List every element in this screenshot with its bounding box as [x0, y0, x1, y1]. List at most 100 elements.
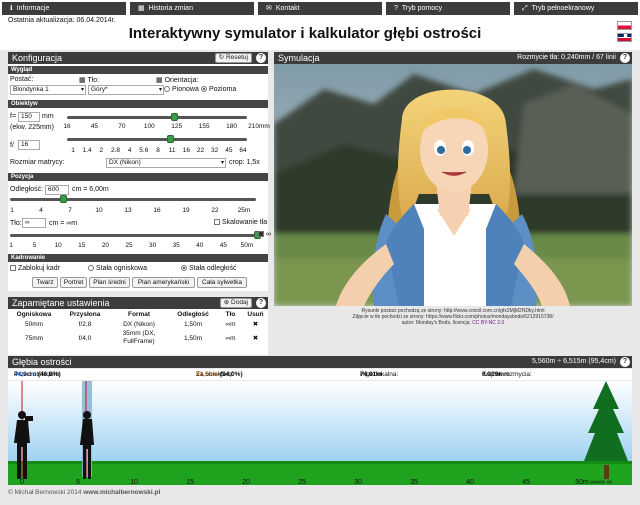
table-cell: 1,50m: [183, 335, 203, 342]
distance-tick-label: 25m: [237, 207, 251, 214]
footer-copyright: © Michał Bernowski 2014: [8, 489, 82, 496]
matrix-label: Rozmiar matrycy:: [10, 159, 65, 166]
bg-distance-tick-label: 30: [148, 242, 157, 249]
aperture-slider[interactable]: [67, 138, 247, 141]
ruler-tick-label: 0: [20, 479, 24, 485]
aperture-input[interactable]: 16: [18, 140, 40, 150]
distance-tick-label: 19: [182, 207, 190, 214]
delete-row-icon[interactable]: ✖: [243, 321, 268, 329]
aperture-tick-label: 5.6: [139, 147, 149, 154]
distance-input[interactable]: 600: [45, 185, 69, 195]
config-title: Konfiguracja: [12, 53, 63, 63]
simulation-header: Symulacja Rozmycie tła: 0,240mm / 67 lin…: [274, 52, 632, 64]
postac-select[interactable]: Blondynka 1: [10, 85, 86, 95]
focal-slider-handle[interactable]: [171, 113, 178, 121]
ruler-tick-label: 25: [298, 479, 306, 485]
lock-frame-checkbox[interactable]: [10, 265, 16, 272]
bg-distance-tick-label: 50m: [240, 242, 254, 249]
bg-distance-tick-label: 1: [9, 242, 13, 249]
frame-portrait-button[interactable]: Portret: [60, 277, 87, 288]
dof-coc: Krążek rozmycia: 0.019mm: [482, 369, 532, 380]
orient-portrait-radio[interactable]: [164, 86, 170, 93]
frame-american-button[interactable]: Plan amerykański: [132, 277, 195, 288]
footer: © Michał Bernowski 2014 www.michalbernow…: [8, 489, 160, 496]
frame-medium-button[interactable]: Plan średni: [89, 277, 130, 288]
tlo-label: Tło:: [87, 77, 100, 84]
orient-landscape-radio[interactable]: [201, 86, 207, 93]
focal-slider[interactable]: [67, 116, 247, 119]
distance-label: Odległość:: [10, 186, 44, 193]
distance-slider-handle[interactable]: [60, 195, 68, 203]
bg-distance-input[interactable]: ∞: [22, 218, 46, 228]
distance-text: cm = 6,00m: [72, 186, 109, 193]
focal-tick-label: 155: [198, 123, 210, 130]
bg-distance-slider[interactable]: [10, 234, 258, 237]
last-update: Ostatnia aktualizacja: 06.04.2014r.: [8, 17, 116, 24]
mode-fixed-distance-label: Stała odległość: [189, 265, 237, 272]
saved-help-icon[interactable]: ?: [256, 298, 266, 308]
aperture-tick-label: 45: [225, 147, 233, 154]
nav-info[interactable]: ℹ Informacje: [2, 2, 126, 15]
reset-button[interactable]: ↻ Resetuj: [214, 53, 252, 63]
polish-flag-icon[interactable]: [617, 21, 632, 30]
config-help-icon[interactable]: ?: [256, 53, 266, 63]
dof-help-icon[interactable]: ?: [620, 357, 630, 367]
nav-help[interactable]: ? Tryb pomocy: [386, 2, 510, 15]
frame-face-button[interactable]: Twarz: [32, 277, 58, 288]
dof-diagram: 0 5 10 15 20 25 30 35 40 45 50m ∞∞∞ ∞: [8, 381, 632, 485]
lock-frame-toggle[interactable]: Zablokuj kadr: [10, 265, 60, 272]
dof-before-label: Przed obiektem:: [14, 371, 61, 378]
aperture-tick-label: 64: [239, 147, 247, 154]
dof-hyperfocal: Hiperfokalna: 74,01m: [360, 369, 398, 380]
orient-portrait-label: Pionowa: [172, 86, 199, 93]
mail-icon: ✉: [266, 5, 272, 12]
distance-tick-label: 7: [68, 207, 72, 214]
nav-info-label: Informacje: [16, 5, 50, 12]
aperture-slider-handle[interactable]: [167, 135, 175, 143]
blur-info: Rozmycie tła: 0,240mm / 67 linii: [517, 54, 616, 61]
scale-bg-checkbox[interactable]: [214, 219, 220, 226]
orient-portrait[interactable]: Pionowa: [164, 86, 199, 93]
mode-fixed-focal-radio[interactable]: [88, 265, 94, 272]
frame-full-button[interactable]: Cała sylwetka: [197, 277, 247, 288]
bg-distance-tick-label: 5: [32, 242, 37, 249]
infinity-checkbox[interactable]: [258, 231, 264, 238]
matrix-select[interactable]: DX (Nikon): [106, 158, 226, 168]
aperture-tick-label: 16: [182, 147, 190, 154]
col-focal: Ogniskowa: [16, 311, 52, 318]
table-cell: 50mm: [24, 321, 44, 328]
aperture-tick-label: 11: [168, 147, 176, 154]
nav-contact-label: Kontakt: [275, 5, 300, 12]
focal-input[interactable]: 150: [18, 112, 40, 122]
ruler-tick-label: 30: [354, 479, 362, 485]
mode-fixed-distance-radio[interactable]: [181, 265, 187, 272]
mode-fixed-focal[interactable]: Stała ogniskowa: [88, 265, 147, 272]
english-flag-icon[interactable]: [617, 33, 632, 42]
orient-landscape-label: Pozioma: [209, 86, 237, 93]
nav-fullscreen[interactable]: ⤢ Tryb pełnoekranowy: [514, 2, 638, 15]
section-obiektyw: Obiektyw: [8, 100, 268, 108]
nav-contact[interactable]: ✉ Kontakt: [258, 2, 382, 15]
aperture-tick-label: 32: [211, 147, 219, 154]
focal-ticks: 16 45 70 100 125 155 180 210mm: [63, 123, 269, 131]
scale-bg-toggle[interactable]: Skalowanie tła: [214, 219, 267, 226]
focal-f-label: f=: [10, 113, 17, 120]
focal-tick-label: 210mm: [248, 123, 270, 130]
distance-slider[interactable]: [10, 198, 256, 201]
infinity-toggle[interactable]: ∞: [258, 231, 271, 238]
distance-tick-label: 22: [211, 207, 219, 214]
footer-site-link[interactable]: www.michalbernowski.pl: [83, 489, 160, 496]
add-button[interactable]: ⊕ Dodaj: [219, 298, 252, 308]
table-cell: 35mm (DX, FullFrame): [122, 330, 156, 345]
simulation-help-icon[interactable]: ?: [620, 53, 630, 63]
mode-fixed-distance[interactable]: Stała odległość: [181, 265, 236, 272]
license-link[interactable]: CC BY-NC 2.0: [472, 320, 504, 326]
focal-tick-label: 180: [226, 123, 237, 130]
table-cell: DX (Nikon): [123, 321, 155, 328]
tlo-select[interactable]: Góry*: [88, 85, 164, 95]
orient-landscape[interactable]: Pozioma: [201, 86, 236, 93]
nav-history[interactable]: ▦ Historia zmian: [130, 2, 254, 15]
mode-fixed-focal-label: Stała ogniskowa: [96, 265, 147, 272]
delete-row-icon[interactable]: ✖: [243, 335, 268, 343]
table-cell: f/2,8: [78, 321, 92, 328]
